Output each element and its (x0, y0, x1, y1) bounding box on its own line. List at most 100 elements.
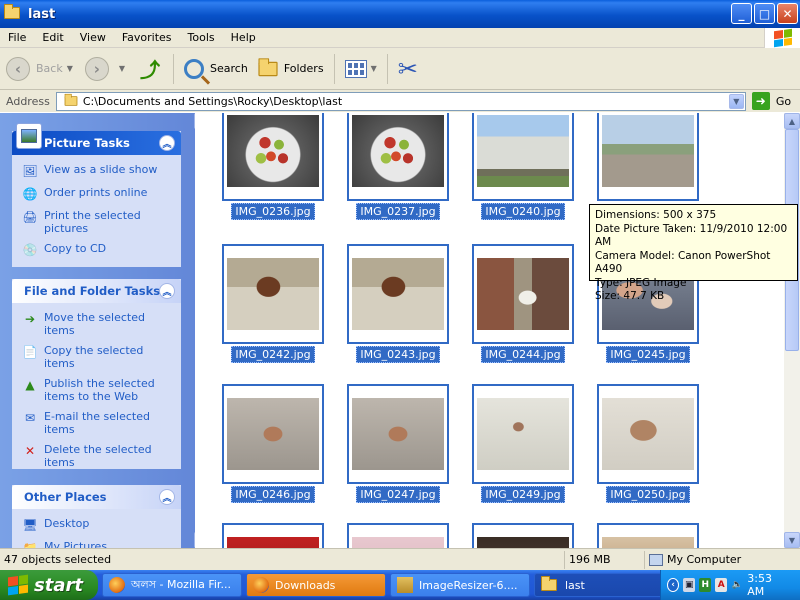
photo-lizard (477, 398, 569, 470)
thumbnail-item[interactable]: IMG_0237.jpg (347, 113, 449, 220)
chevron-down-icon: ▼ (118, 64, 126, 73)
tooltip-date: Date Picture Taken: 11/9/2010 12:00 AM (595, 222, 788, 249)
thumbnail-item[interactable]: IMG_0249.jpg (472, 384, 574, 503)
file-info-tooltip: Dimensions: 500 x 375 Date Picture Taken… (589, 204, 798, 302)
place-desktop[interactable]: 🖥 Desktop (22, 517, 171, 533)
task-pane: Picture Tasks ︽ 🖼 View as a slide show 🌐… (0, 113, 195, 548)
picture-tasks-icon (16, 123, 42, 149)
thumbnail-label: IMG_0250.jpg (606, 486, 690, 503)
scroll-down-button[interactable]: ▼ (784, 532, 800, 548)
help-icon[interactable]: H (699, 578, 712, 592)
folders-label: Folders (283, 62, 324, 75)
status-size: 196 MB (565, 550, 645, 569)
collapse-icon[interactable]: ︽ (159, 489, 175, 505)
toolbar-divider (333, 53, 335, 84)
other-places-panel: Other Places ︽ 🖥 Desktop 📁 My Pictures (12, 485, 181, 548)
menu-file[interactable]: File (0, 31, 34, 44)
task-email[interactable]: ✉ E-mail the selected items (22, 410, 171, 436)
back-arrow-icon[interactable]: ‹ (667, 578, 680, 592)
views-button[interactable]: ▼ (339, 51, 383, 87)
taskbar-item-last[interactable]: last (534, 573, 674, 597)
up-button[interactable]: ⤴ (131, 51, 169, 87)
thumbnail-item[interactable]: IMG_0250.jpg (597, 384, 699, 503)
task-copy[interactable]: 📄 Copy the selected items (22, 344, 171, 370)
scroll-up-button[interactable]: ▲ (784, 113, 800, 129)
task-delete[interactable]: ✕ Delete the selected items (22, 443, 171, 469)
my-pictures-icon: 📁 (22, 540, 38, 548)
photo-partial (352, 537, 444, 548)
thumbnail-item[interactable]: IMG_0243.jpg (347, 244, 449, 363)
menu-bar: File Edit View Favorites Tools Help (0, 28, 800, 48)
task-publish[interactable]: ▲ Publish the selected items to the Web (22, 377, 171, 403)
toolbar-divider (173, 53, 175, 84)
go-button[interactable]: ➜ Go (751, 92, 792, 110)
picture-tasks-header[interactable]: Picture Tasks ︽ (12, 123, 181, 155)
language-icon[interactable]: A (715, 578, 728, 592)
minimize-button[interactable]: _ (731, 3, 752, 24)
other-places-title: Other Places (24, 490, 107, 504)
address-bar: Address C:\Documents and Settings\Rocky\… (0, 90, 800, 112)
email-icon: ✉ (24, 410, 36, 425)
status-selected: 47 objects selected (0, 550, 565, 569)
search-button[interactable]: Search (178, 51, 254, 87)
taskbar-item-firefox[interactable]: অলস - Mozilla Fir... (102, 573, 242, 597)
thumbnail-item[interactable]: IMG_0242.jpg (222, 244, 324, 363)
thumbnail-item[interactable] (597, 523, 699, 548)
close-button[interactable]: ✕ (777, 3, 798, 24)
back-button[interactable]: ‹ Back ▼ (0, 51, 79, 87)
picture-tasks-title: Picture Tasks (44, 136, 130, 150)
firefox-icon (253, 577, 269, 593)
start-button[interactable]: start (0, 570, 98, 600)
maximize-button[interactable]: □ (754, 3, 775, 24)
collapse-icon[interactable]: ︽ (159, 135, 175, 151)
thumbnail-item[interactable] (222, 523, 324, 548)
address-input[interactable]: C:\Documents and Settings\Rocky\Desktop\… (55, 91, 746, 111)
menu-help[interactable]: Help (223, 31, 264, 44)
task-slide-show[interactable]: 🖼 View as a slide show (22, 163, 171, 179)
place-my-pictures[interactable]: 📁 My Pictures (22, 540, 171, 548)
title-bar[interactable]: last _ □ ✕ (0, 0, 800, 28)
thumbnail-item[interactable]: IMG_0247.jpg (347, 384, 449, 503)
menu-favorites[interactable]: Favorites (114, 31, 180, 44)
other-places-header[interactable]: Other Places ︽ (12, 485, 181, 509)
menu-tools[interactable]: Tools (180, 31, 223, 44)
thumbnail-item[interactable]: IMG_0236.jpg (222, 113, 324, 220)
thumbnail-label: IMG_0237.jpg (356, 203, 440, 220)
folders-button[interactable]: Folders (254, 51, 330, 87)
photo-boy (352, 258, 444, 330)
network-icon[interactable]: ▣ (683, 578, 696, 592)
globe-icon: 🌐 (22, 186, 38, 201)
address-dropdown-button[interactable]: ▼ (728, 93, 744, 109)
thumbnail-item[interactable] (597, 113, 699, 201)
toolbar-divider (386, 53, 388, 84)
collapse-icon[interactable]: ︽ (159, 283, 175, 299)
speaker-icon[interactable]: 🔈 (731, 578, 743, 592)
tooltip-dimensions: Dimensions: 500 x 375 (595, 209, 717, 221)
folder-icon (4, 4, 22, 21)
content-scrollbar[interactable]: ▲ ▼ (784, 113, 800, 548)
go-label: Go (775, 94, 792, 108)
menu-edit[interactable]: Edit (34, 31, 71, 44)
installer-icon (397, 577, 413, 593)
tooltip-camera: Camera Model: Canon PowerShot A490 (595, 249, 771, 276)
task-order-prints[interactable]: 🌐 Order prints online (22, 186, 171, 202)
status-location: My Computer (645, 551, 800, 569)
chevron-down-icon: ▼ (66, 64, 73, 73)
forward-button[interactable]: › ▼ (79, 51, 131, 87)
system-tray: ‹ ▣ H A 🔈 3:53 AM (660, 570, 800, 600)
taskbar-item-downloads[interactable]: Downloads (246, 573, 386, 597)
thumbnail-label: IMG_0247.jpg (356, 486, 440, 503)
taskbar-item-imageresizer[interactable]: ImageResizer-6.... (390, 573, 530, 597)
thumbnail-item[interactable] (347, 523, 449, 548)
task-copy-to-cd[interactable]: 💿 Copy to CD (22, 242, 171, 258)
file-folder-tasks-header[interactable]: File and Folder Tasks ︽ (12, 279, 181, 303)
thumbnail-item[interactable]: IMG_0240.jpg (472, 113, 574, 220)
menu-view[interactable]: View (72, 31, 114, 44)
cut-button[interactable]: ✂ (392, 51, 424, 87)
thumbnail-item[interactable]: IMG_0244.jpg (472, 244, 574, 363)
search-label: Search (210, 62, 248, 75)
thumbnail-item[interactable] (472, 523, 574, 548)
thumbnail-item[interactable]: IMG_0246.jpg (222, 384, 324, 503)
task-print-pictures[interactable]: 🖨 Print the selected pictures (22, 209, 171, 235)
task-move[interactable]: ➔ Move the selected items (22, 311, 171, 337)
